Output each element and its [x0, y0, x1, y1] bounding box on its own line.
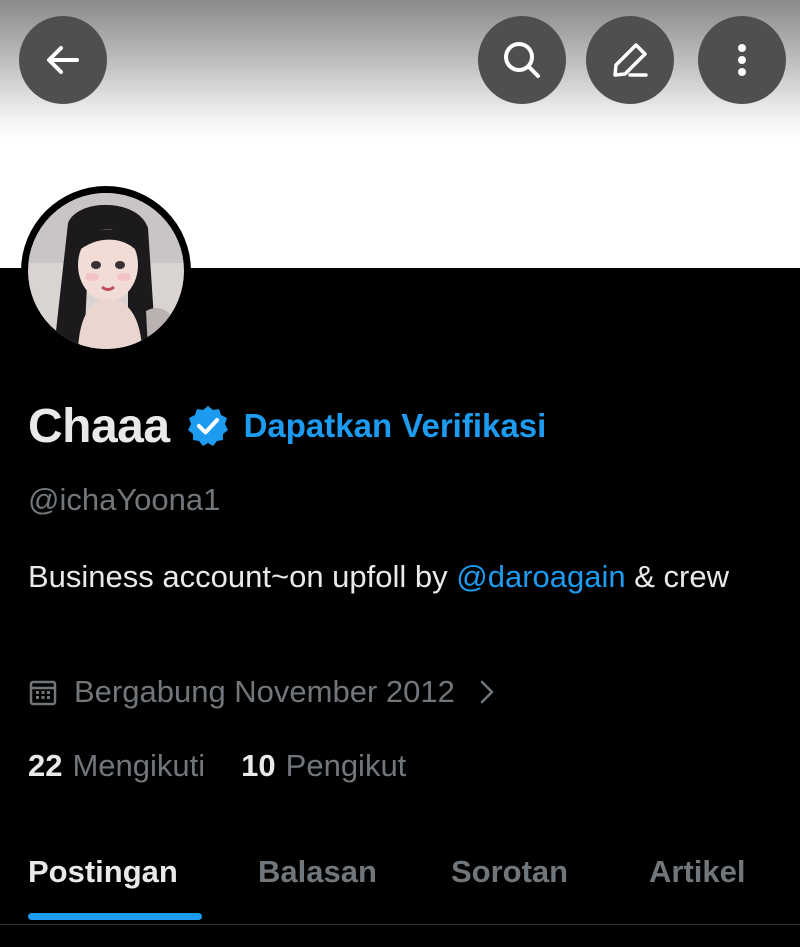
tabs-divider [0, 924, 800, 925]
followers-link[interactable]: 10 Pengikut [241, 748, 406, 784]
followers-count: 10 [241, 748, 276, 783]
search-icon [504, 42, 540, 78]
chevron-right-icon [480, 680, 494, 704]
tab-postingan[interactable]: Postingan [28, 854, 178, 890]
avatar-image [28, 193, 184, 349]
tab-sorotan[interactable]: Sorotan [451, 854, 568, 890]
get-verified-link[interactable]: Dapatkan Verifikasi [244, 407, 547, 445]
joined-date-row[interactable]: Bergabung November 2012 [28, 674, 497, 710]
arrow-left-icon [47, 46, 79, 74]
following-link[interactable]: 22 Mengikuti [28, 748, 205, 784]
avatar[interactable] [21, 186, 191, 356]
following-label: Mengikuti [72, 748, 206, 783]
edit-button[interactable] [586, 16, 674, 104]
joined-date-text: Bergabung November 2012 [74, 674, 455, 709]
verified-badge-icon[interactable] [186, 404, 230, 448]
tab-balasan[interactable]: Balasan [258, 854, 377, 890]
follow-stats: 22 Mengikuti 10 Pengikut [28, 748, 406, 784]
profile-bio: Business account~on upfoll by @daroagain… [28, 553, 788, 600]
tab-artikel[interactable]: Artikel [649, 854, 745, 890]
calendar-icon [29, 680, 57, 706]
vertical-ellipsis-icon [738, 44, 746, 76]
search-button[interactable] [478, 16, 566, 104]
active-tab-indicator [28, 913, 202, 920]
bio-mention-link[interactable]: @daroagain [456, 559, 625, 594]
bio-text-end: & crew [625, 559, 729, 594]
more-options-button[interactable] [698, 16, 786, 104]
profile-handle: @ichaYoona1 [28, 482, 221, 517]
followers-label: Pengikut [285, 748, 407, 783]
name-row: Chaaa Dapatkan Verifikasi [28, 396, 546, 456]
bio-text: Business account~on upfoll by [28, 559, 457, 594]
back-button[interactable] [19, 16, 107, 104]
following-count: 22 [28, 748, 63, 783]
display-name: Chaaa [28, 399, 170, 453]
pencil-icon [613, 43, 648, 77]
